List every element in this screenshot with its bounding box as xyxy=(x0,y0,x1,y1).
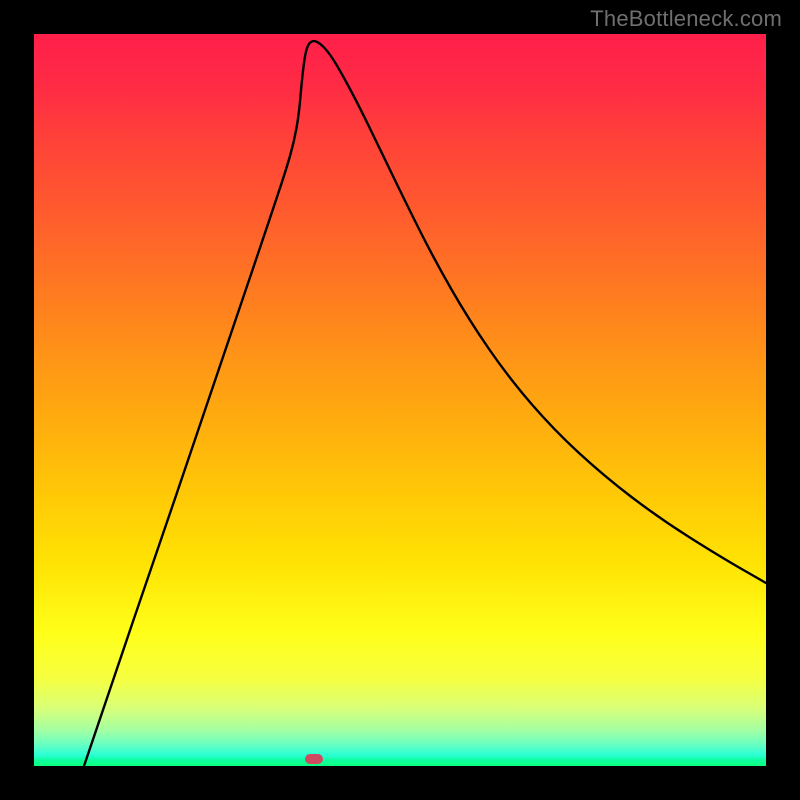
watermark-text: TheBottleneck.com xyxy=(590,6,782,32)
chart-plot-area xyxy=(34,34,766,766)
chart-marker-dot xyxy=(305,754,323,764)
chart-background-gradient xyxy=(34,34,766,766)
